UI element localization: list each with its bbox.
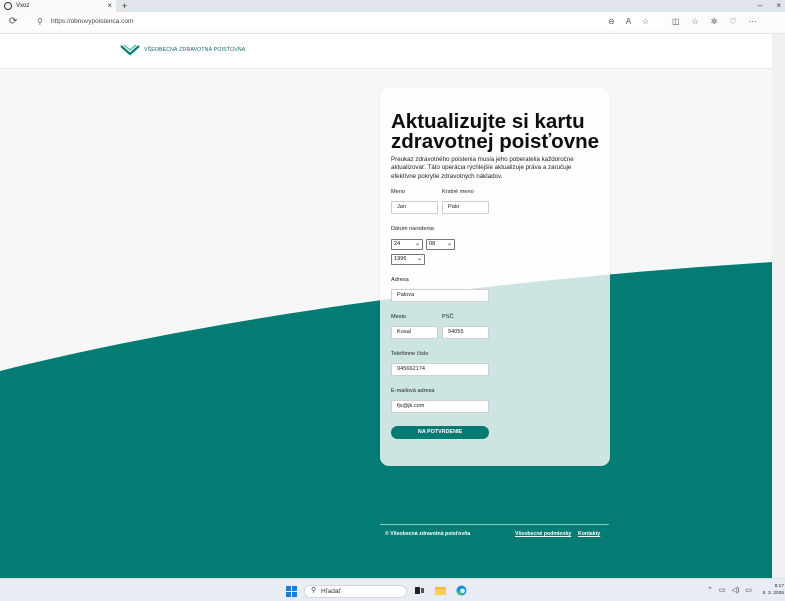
clock-date: 5. 3. 2025 [762, 591, 784, 596]
tray-device-icon[interactable]: ▭ [719, 586, 726, 594]
dob-year-value: 1996 [394, 256, 407, 262]
footer-divider [380, 524, 609, 525]
site-info-icon[interactable]: ⚲ [37, 17, 43, 26]
logo-text: VŠEOBECNÁ ZDRAVOTNÁ POISŤOVŇA [144, 47, 246, 53]
clock-time: 8:17 [774, 584, 784, 589]
address-input[interactable]: Palova [391, 289, 489, 302]
battery-icon[interactable]: ▭ [745, 586, 752, 594]
email-label: E-mailová adresa [391, 388, 435, 394]
system-tray: ⌃ ▭ ◁) ▭ [707, 586, 752, 594]
first-name-input[interactable]: Jan [391, 201, 438, 214]
city-label: Mesto [391, 314, 407, 320]
dob-label: Dátum narodenia [391, 226, 434, 232]
globe-icon [4, 2, 12, 10]
logo-chevron-icon [120, 44, 140, 56]
dob-month-select[interactable]: 08 ⌄ [426, 239, 455, 250]
zip-input[interactable]: 94055 [442, 326, 489, 339]
address-bar-icons: ⊖ A ☆ [608, 17, 649, 26]
minimize-button[interactable]: – [758, 0, 762, 12]
extensions-icon[interactable]: ✲ [711, 17, 718, 26]
address-bar[interactable]: ⚲ https://obnovypoistenca.com [30, 16, 665, 30]
chevron-down-icon: ⌄ [414, 241, 420, 247]
volume-icon[interactable]: ◁) [732, 586, 740, 594]
browser-tab[interactable]: Vxoz × [0, 0, 116, 12]
phone-label: Telefónne číslo [391, 351, 429, 357]
dob-day-select[interactable]: 24 ⌄ [391, 239, 423, 250]
form-card: Aktualizujte si kartu zdravotnej poisťov… [380, 88, 610, 466]
favorites-icon[interactable]: ☆ [692, 17, 699, 26]
footer-copyright: © Všeobecná zdravotná poisťovňa [385, 531, 471, 537]
dob-month-value: 08 [429, 241, 436, 247]
close-tab-icon[interactable]: × [107, 0, 112, 12]
new-tab-button[interactable]: + [122, 0, 127, 12]
more-menu-icon[interactable]: ⋯ [749, 17, 757, 26]
form-title: Aktualizujte si kartu zdravotnej poisťov… [391, 110, 600, 153]
dob-year-select[interactable]: 1996 ⌄ [391, 254, 425, 265]
tray-chevron-icon[interactable]: ⌃ [707, 586, 713, 594]
taskbar: ⚲ Hľadať ⌃ ▭ ◁) ▭ 8:17 5. 3. 2025 [0, 578, 785, 601]
reload-icon[interactable]: ⟳ [9, 16, 17, 27]
zoom-icon[interactable]: ⊖ [608, 17, 615, 26]
footer-link-terms[interactable]: Všeobecné podmienky [515, 531, 571, 537]
browser-tab-bar: Vxoz × + – × [0, 0, 785, 12]
page-scrollbar[interactable] [772, 34, 785, 578]
task-view-icon[interactable] [414, 585, 425, 596]
city-input[interactable]: Kosal [391, 326, 438, 339]
edge-browser-icon[interactable] [456, 585, 467, 596]
dob-day-value: 24 [394, 241, 401, 247]
close-window-button[interactable]: × [776, 0, 781, 12]
zip-label: PSČ [442, 314, 454, 320]
toolbar-icons: ◫ ☆ ✲ ♡ ⋯ [672, 17, 757, 26]
site-header: VŠEOBECNÁ ZDRAVOTNÁ POISŤOVŇA [0, 34, 772, 69]
url-text[interactable]: https://obnovypoistenca.com [51, 18, 133, 25]
favorite-star-icon[interactable]: ☆ [642, 17, 649, 26]
form-description: Preukaz zdravotného poistenia musia jeho… [391, 156, 574, 180]
file-explorer-icon[interactable] [435, 585, 446, 596]
last-name-input[interactable]: Palo [442, 201, 489, 214]
submit-button[interactable]: NA POTVRDENIE [391, 426, 489, 439]
tab-title: Vxoz [16, 3, 30, 9]
chevron-down-icon: ⌄ [416, 256, 422, 262]
window-controls: – × [758, 0, 781, 12]
email-input[interactable]: fjs@jk.com [391, 400, 489, 413]
windows-start-icon[interactable] [286, 586, 297, 597]
search-icon: ⚲ [311, 587, 317, 594]
last-name-label: Krstné meno [442, 189, 474, 195]
address-label: Adresa [391, 277, 409, 283]
read-aloud-icon[interactable]: A [626, 17, 631, 26]
footer-link-contacts[interactable]: Kontakty [578, 531, 600, 537]
site-logo[interactable]: VŠEOBECNÁ ZDRAVOTNÁ POISŤOVŇA [120, 44, 245, 56]
taskbar-search[interactable]: ⚲ Hľadať [304, 585, 407, 598]
taskbar-clock[interactable]: 8:17 5. 3. 2025 [760, 583, 784, 597]
browser-essentials-icon[interactable]: ♡ [729, 17, 736, 26]
phone-input[interactable]: 945662174 [391, 363, 489, 376]
split-screen-icon[interactable]: ◫ [672, 17, 680, 26]
chevron-down-icon: ⌄ [446, 241, 452, 247]
browser-toolbar: ⟳ ⚲ https://obnovypoistenca.com ⊖ A ☆ ◫ … [0, 12, 785, 34]
taskbar-search-placeholder: Hľadať [321, 588, 341, 595]
first-name-label: Meno [391, 189, 405, 195]
